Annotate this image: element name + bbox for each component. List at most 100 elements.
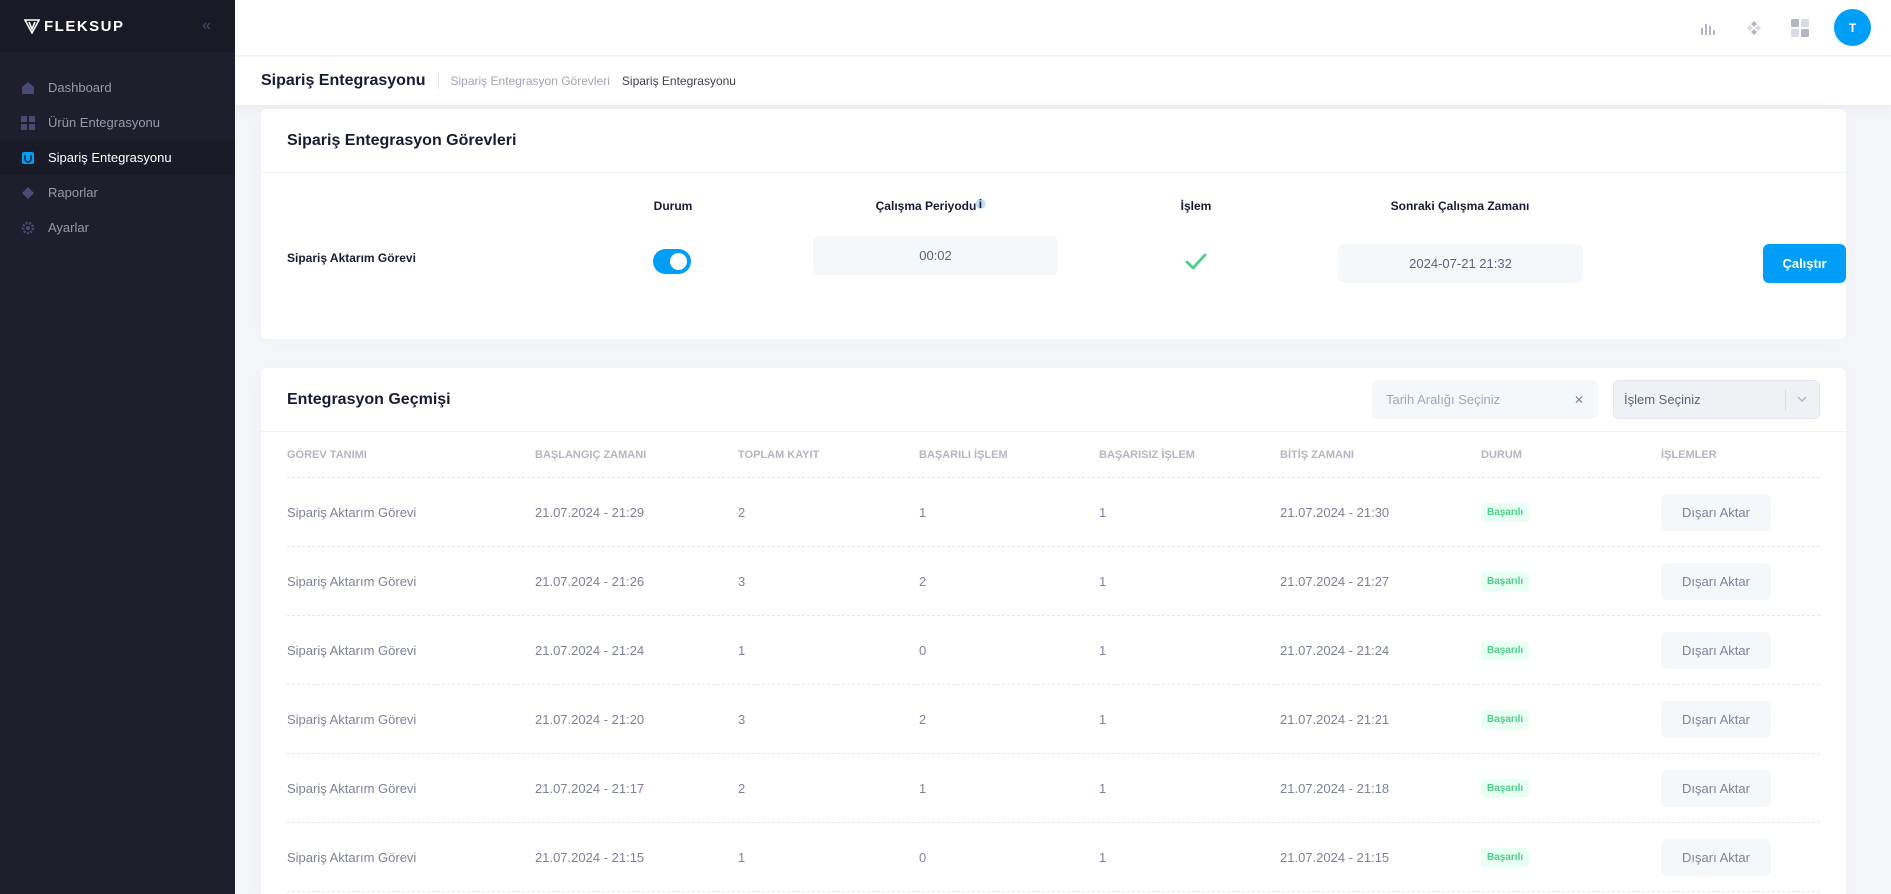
sidebar: FLEKSUP « Dashboard Ürün Entegrasyonu Si…: [0, 0, 235, 894]
chevron-down-icon: [1797, 396, 1807, 403]
tasks-card-header: Sipariş Entegrasyon Görevleri: [261, 109, 1846, 173]
sidebar-item-product-integration[interactable]: Ürün Entegrasyonu: [0, 105, 235, 140]
cell-task: Sipariş Aktarım Görevi: [287, 849, 417, 865]
breadcrumb-link[interactable]: Sipariş Entegrasyon Görevleri: [451, 74, 610, 88]
table-header: GÖREV TANIMI BAŞLANGIÇ ZAMANI TOPLAM KAY…: [287, 432, 1820, 478]
sidebar-item-reports[interactable]: Raporlar: [0, 175, 235, 210]
cell-success: 0: [919, 849, 927, 865]
cart-icon: [20, 150, 36, 166]
next-run-column-label: Sonraki Çalışma Zamanı: [1390, 199, 1530, 213]
task-name: Sipariş Aktarım Görevi: [287, 251, 416, 265]
export-button[interactable]: Dışarı Aktar: [1661, 769, 1771, 807]
cell-total: 2: [738, 504, 746, 520]
status-badge: Başarılı: [1481, 640, 1530, 660]
cell-end: 21.07.2024 - 21:21: [1280, 711, 1390, 727]
cell-start: 21.07.2024 - 21:26: [535, 573, 645, 589]
column-header[interactable]: BAŞARISIZ İŞLEM: [1099, 449, 1280, 461]
date-range-placeholder: Tarih Aralığı Seçiniz: [1386, 392, 1501, 407]
page-toolbar: Sipariş Entegrasyonu Sipariş Entegrasyon…: [235, 57, 1891, 105]
column-header[interactable]: BAŞARILI İŞLEM: [919, 449, 1099, 461]
column-header[interactable]: GÖREV TANIMI: [287, 449, 535, 461]
task-row: Sipariş Aktarım Görevi 00:02 2024-07-21 …: [261, 234, 1846, 284]
sidebar-item-dashboard[interactable]: Dashboard: [0, 70, 235, 105]
export-button[interactable]: Dışarı Aktar: [1661, 838, 1771, 876]
cell-actions: Dışarı Aktar: [1661, 769, 1781, 807]
cell-actions: Dışarı Aktar: [1661, 562, 1781, 600]
column-header[interactable]: TOPLAM KAYIT: [738, 449, 919, 461]
column-header[interactable]: BİTİŞ ZAMANI: [1280, 449, 1481, 461]
cell-status: Başarılı: [1481, 778, 1661, 798]
status-badge: Başarılı: [1481, 778, 1530, 798]
cell-start: 21.07.2024 - 21:24: [535, 642, 645, 658]
sidebar-item-label: Dashboard: [48, 80, 112, 95]
export-button[interactable]: Dışarı Aktar: [1661, 493, 1771, 531]
cell-end: 21.07.2024 - 21:24: [1280, 642, 1390, 658]
status-column-label: Durum: [653, 199, 693, 213]
column-header: İŞLEMLER: [1661, 448, 1717, 461]
home-icon: [20, 80, 36, 96]
sidebar-item-label: Raporlar: [48, 185, 98, 200]
table-body: Sipariş Aktarım Görevi 21.07.2024 - 21:2…: [287, 478, 1820, 892]
clear-icon[interactable]: ✕: [1574, 393, 1584, 407]
cell-end: 21.07.2024 - 21:15: [1280, 849, 1390, 865]
status-badge: Başarılı: [1481, 502, 1530, 522]
cell-start: 21.07.2024 - 21:29: [535, 504, 645, 520]
brand-name: FLEKSUP: [44, 17, 125, 35]
cell-fail: 1: [1099, 573, 1107, 589]
cell-total: 2: [738, 780, 746, 796]
period-input[interactable]: 00:02: [813, 236, 1058, 275]
cell-status: Başarılı: [1481, 571, 1661, 591]
cell-task: Sipariş Aktarım Görevi: [287, 711, 417, 727]
sidebar-item-label: Ürün Entegrasyonu: [48, 115, 161, 130]
cell-start: 21.07.2024 - 21:20: [535, 711, 645, 727]
sidebar-item-settings[interactable]: Ayarlar: [0, 210, 235, 245]
operation-column-label: İşlem: [1180, 199, 1212, 213]
table-row: Sipariş Aktarım Görevi 21.07.2024 - 21:2…: [287, 616, 1820, 685]
collapse-sidebar-icon[interactable]: «: [202, 17, 211, 35]
status-toggle[interactable]: [653, 249, 691, 274]
column-header[interactable]: BAŞLANGIÇ ZAMANI: [535, 449, 738, 461]
table-row: Sipariş Aktarım Görevi 21.07.2024 - 21:1…: [287, 754, 1820, 823]
cell-success: 2: [919, 573, 927, 589]
apps-icon[interactable]: [1788, 16, 1812, 40]
bar-chart-icon[interactable]: [1696, 16, 1720, 40]
cell-success: 1: [919, 504, 927, 520]
cell-end: 21.07.2024 - 21:30: [1280, 504, 1390, 520]
cell-task: Sipariş Aktarım Görevi: [287, 642, 417, 658]
cell-actions: Dışarı Aktar: [1661, 631, 1781, 669]
gear-icon: [20, 220, 36, 236]
column-header[interactable]: DURUM: [1481, 449, 1661, 461]
period-column-text: Çalışma Periyodu: [875, 199, 977, 213]
sidebar-item-order-integration[interactable]: Sipariş Entegrasyonu: [0, 140, 235, 175]
next-run-input[interactable]: 2024-07-21 21:32: [1338, 244, 1583, 283]
status-badge: Başarılı: [1481, 571, 1530, 591]
table-row: Sipariş Aktarım Görevi 21.07.2024 - 21:2…: [287, 685, 1820, 754]
cell-start: 21.07.2024 - 21:15: [535, 849, 645, 865]
cell-task: Sipariş Aktarım Görevi: [287, 504, 417, 520]
export-button[interactable]: Dışarı Aktar: [1661, 631, 1771, 669]
cell-fail: 1: [1099, 780, 1107, 796]
history-table: GÖREV TANIMI BAŞLANGIÇ ZAMANI TOPLAM KAY…: [287, 432, 1820, 892]
cell-start: 21.07.2024 - 21:17: [535, 780, 645, 796]
run-button[interactable]: Çalıştır: [1763, 244, 1846, 283]
operation-select-placeholder: İşlem Seçiniz: [1624, 392, 1701, 407]
cell-total: 1: [738, 849, 746, 865]
date-range-picker[interactable]: Tarih Aralığı Seçiniz ✕: [1372, 380, 1598, 419]
top-header: T: [235, 0, 1891, 56]
cell-success: 0: [919, 642, 927, 658]
export-button[interactable]: Dışarı Aktar: [1661, 700, 1771, 738]
brand-logo[interactable]: FLEKSUP: [24, 18, 125, 35]
info-icon[interactable]: i: [975, 197, 986, 211]
avatar[interactable]: T: [1834, 9, 1871, 46]
cell-task: Sipariş Aktarım Görevi: [287, 573, 417, 589]
sidebar-menu: Dashboard Ürün Entegrasyonu Sipariş Ente…: [0, 52, 235, 245]
export-button[interactable]: Dışarı Aktar: [1661, 562, 1771, 600]
grid-icon: [20, 115, 36, 131]
cell-success: 2: [919, 711, 927, 727]
status-badge: Başarılı: [1481, 847, 1530, 867]
operation-select[interactable]: İşlem Seçiniz: [1613, 380, 1820, 419]
diamond-grid-icon[interactable]: [1742, 16, 1766, 40]
cell-total: 3: [738, 573, 746, 589]
task-columns: Durum Çalışma Periyodu i İşlem Sonraki Ça…: [261, 197, 1846, 219]
status-badge: Başarılı: [1481, 709, 1530, 729]
